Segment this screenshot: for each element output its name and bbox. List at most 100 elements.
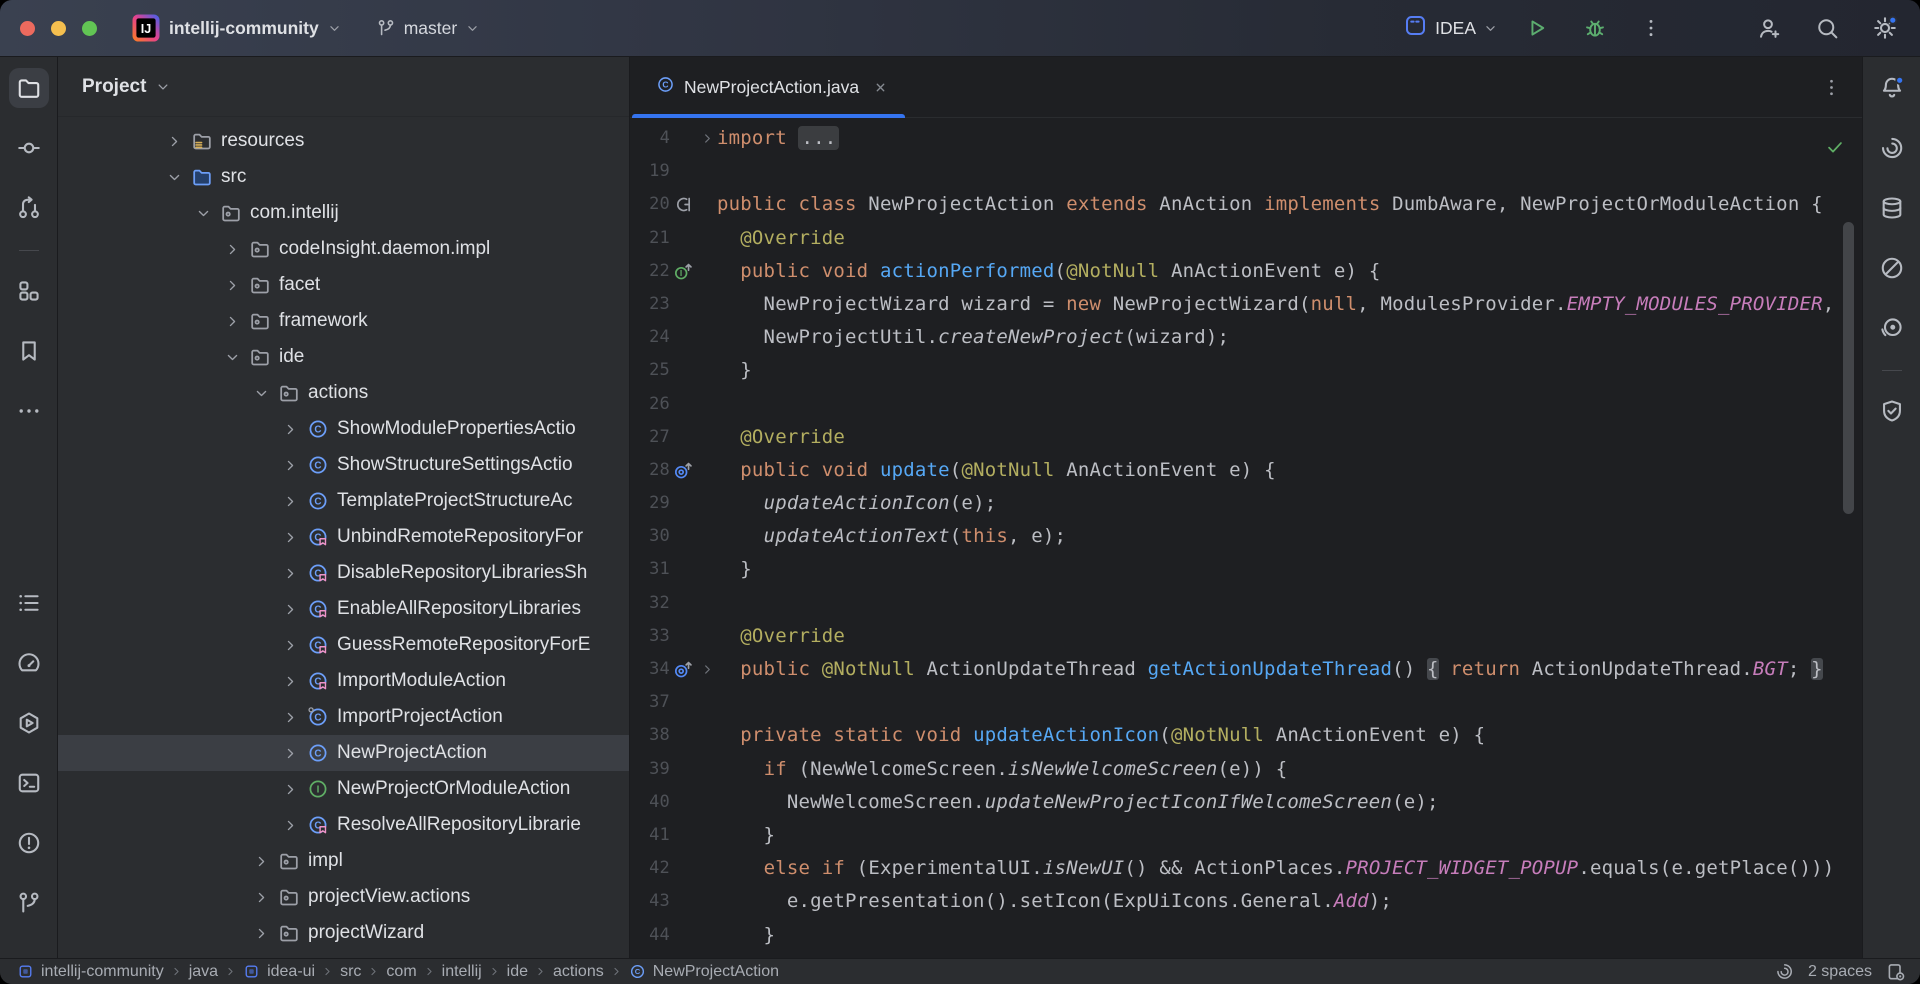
breadcrumb-item-src[interactable]: src bbox=[337, 963, 364, 981]
version-control-tool-button[interactable] bbox=[9, 883, 49, 923]
close-window-button[interactable] bbox=[20, 21, 35, 36]
chevron-right-icon[interactable] bbox=[165, 133, 183, 150]
close-tab-icon[interactable] bbox=[872, 79, 889, 96]
breadcrumb-item-java[interactable]: java bbox=[186, 963, 221, 981]
more-actions-button[interactable] bbox=[1634, 11, 1668, 45]
chevron-right-icon[interactable] bbox=[281, 421, 299, 438]
tree-item-templateprojectstructureac[interactable]: CTemplateProjectStructureAc bbox=[58, 483, 629, 519]
tree-item-com-intellij[interactable]: com.intellij bbox=[58, 195, 629, 231]
fold-chevron-icon[interactable] bbox=[697, 653, 717, 686]
no-entry-tool-button[interactable] bbox=[1872, 248, 1912, 288]
bookmarks-tool-button[interactable] bbox=[9, 331, 49, 371]
ai-assistant-tool-button[interactable] bbox=[1872, 128, 1912, 168]
breadcrumb-item-intellij-community[interactable]: intellij-community bbox=[14, 963, 167, 981]
chevron-right-icon[interactable] bbox=[223, 241, 241, 258]
tree-item-projectview-actions[interactable]: projectView.actions bbox=[58, 879, 629, 915]
ai-assistant-status-button[interactable] bbox=[1775, 962, 1794, 981]
tree-item-showstructuresettingsactio[interactable]: CShowStructureSettingsActio bbox=[58, 447, 629, 483]
tree-item-framework[interactable]: framework bbox=[58, 303, 629, 339]
editor-tab-newprojectaction[interactable]: C NewProjectAction.java bbox=[630, 57, 907, 117]
todo-tool-button[interactable] bbox=[9, 583, 49, 623]
overrides-method-icon[interactable] bbox=[670, 653, 697, 686]
editor-scrollbar[interactable] bbox=[1843, 222, 1854, 514]
search-everywhere-button[interactable] bbox=[1810, 11, 1844, 45]
editor-config-button[interactable] bbox=[1886, 962, 1906, 982]
project-tool-button[interactable] bbox=[9, 68, 49, 108]
project-panel-header[interactable]: Project bbox=[58, 57, 629, 117]
chevron-down-icon[interactable] bbox=[223, 349, 241, 366]
chevron-right-icon[interactable] bbox=[281, 817, 299, 834]
tree-item-ide[interactable]: ide bbox=[58, 339, 629, 375]
implemented-marker-icon[interactable] bbox=[670, 188, 697, 221]
chevron-right-icon[interactable] bbox=[281, 709, 299, 726]
chevron-right-icon[interactable] bbox=[281, 745, 299, 762]
chevron-right-icon[interactable] bbox=[281, 637, 299, 654]
breadcrumb-item-actions[interactable]: actions bbox=[550, 963, 607, 981]
pull-requests-tool-button[interactable] bbox=[9, 188, 49, 228]
services-tool-button[interactable] bbox=[9, 703, 49, 743]
tree-item-resolveallrepositorylibrarie[interactable]: CResolveAllRepositoryLibrarie bbox=[58, 807, 629, 843]
tree-item-importprojectaction[interactable]: CImportProjectAction bbox=[58, 699, 629, 735]
chevron-right-icon[interactable] bbox=[281, 457, 299, 474]
inspections-ok-icon[interactable] bbox=[1820, 132, 1850, 162]
chevron-down-icon[interactable] bbox=[194, 205, 212, 222]
problems-tool-button[interactable] bbox=[9, 823, 49, 863]
chevron-right-icon[interactable] bbox=[281, 493, 299, 510]
chevron-right-icon[interactable] bbox=[281, 673, 299, 690]
run-button[interactable] bbox=[1520, 11, 1554, 45]
breadcrumb-item-ide[interactable]: ide bbox=[504, 963, 531, 981]
terminal-tool-button[interactable] bbox=[9, 763, 49, 803]
breadcrumb-item-idea-ui[interactable]: idea-ui bbox=[240, 963, 318, 981]
minimize-window-button[interactable] bbox=[51, 21, 66, 36]
trust-tool-button[interactable] bbox=[1872, 391, 1912, 431]
chevron-down-icon[interactable] bbox=[252, 385, 270, 402]
tree-item-resources[interactable]: resources bbox=[58, 123, 629, 159]
notifications-tool-button[interactable] bbox=[1872, 68, 1912, 108]
tree-item-projectwizard[interactable]: projectWizard bbox=[58, 915, 629, 951]
tree-item-disablerepositorylibrariessh[interactable]: CDisableRepositoryLibrariesSh bbox=[58, 555, 629, 591]
endpoints-tool-button[interactable] bbox=[1872, 308, 1912, 348]
chevron-right-icon[interactable] bbox=[281, 565, 299, 582]
tree-item-impl[interactable]: impl bbox=[58, 843, 629, 879]
tree-item-src[interactable]: src bbox=[58, 159, 629, 195]
tree-item-guessremoterepositoryfore[interactable]: CGuessRemoteRepositoryForE bbox=[58, 627, 629, 663]
overrides-method-icon[interactable] bbox=[670, 454, 697, 487]
tree-item-newprojectormoduleaction[interactable]: INewProjectOrModuleAction bbox=[58, 771, 629, 807]
fold-chevron-icon[interactable] bbox=[697, 122, 717, 155]
breadcrumb-item-intellij[interactable]: intellij bbox=[439, 963, 485, 981]
commit-tool-button[interactable] bbox=[9, 128, 49, 168]
run-configuration-widget[interactable]: IDEA bbox=[1395, 7, 1506, 49]
zoom-window-button[interactable] bbox=[82, 21, 97, 36]
indent-widget[interactable]: 2 spaces bbox=[1808, 963, 1872, 981]
tree-item-codeinsight-daemon-impl[interactable]: codeInsight.daemon.impl bbox=[58, 231, 629, 267]
tree-item-newprojectaction[interactable]: CNewProjectAction bbox=[58, 735, 629, 771]
chevron-right-icon[interactable] bbox=[252, 925, 270, 942]
tree-item-showmodulepropertiesactio[interactable]: CShowModulePropertiesActio bbox=[58, 411, 629, 447]
chevron-right-icon[interactable] bbox=[281, 601, 299, 618]
code-with-me-button[interactable] bbox=[1752, 11, 1786, 45]
database-tool-button[interactable] bbox=[1872, 188, 1912, 228]
settings-button[interactable] bbox=[1868, 11, 1902, 45]
more-tools-tool-button[interactable] bbox=[9, 391, 49, 431]
chevron-right-icon[interactable] bbox=[281, 781, 299, 798]
tree-item-importmoduleaction[interactable]: CImportModuleAction bbox=[58, 663, 629, 699]
chevron-right-icon[interactable] bbox=[252, 889, 270, 906]
tree-item-actions[interactable]: actions bbox=[58, 375, 629, 411]
code-area[interactable]: 4import ...1920public class NewProjectAc… bbox=[630, 118, 1862, 959]
overrides-interface-icon[interactable]: I bbox=[670, 255, 697, 288]
chevron-right-icon[interactable] bbox=[281, 529, 299, 546]
editor-options-button[interactable] bbox=[1815, 71, 1848, 104]
chevron-right-icon[interactable] bbox=[223, 277, 241, 294]
chevron-right-icon[interactable] bbox=[223, 313, 241, 330]
tree-item-enableallrepositorylibraries[interactable]: CEnableAllRepositoryLibraries bbox=[58, 591, 629, 627]
branch-switcher[interactable]: master bbox=[368, 12, 488, 45]
breadcrumb-item-newprojectaction[interactable]: CNewProjectAction bbox=[626, 963, 782, 981]
profiler-tool-button[interactable] bbox=[9, 643, 49, 683]
chevron-right-icon[interactable] bbox=[252, 853, 270, 870]
tree-item-facet[interactable]: facet bbox=[58, 267, 629, 303]
chevron-down-icon[interactable] bbox=[165, 169, 183, 186]
debug-button[interactable] bbox=[1578, 11, 1612, 45]
structure-tool-button[interactable] bbox=[9, 271, 49, 311]
project-switcher[interactable]: intellij-community bbox=[161, 12, 350, 45]
breadcrumb-item-com[interactable]: com bbox=[383, 963, 419, 981]
